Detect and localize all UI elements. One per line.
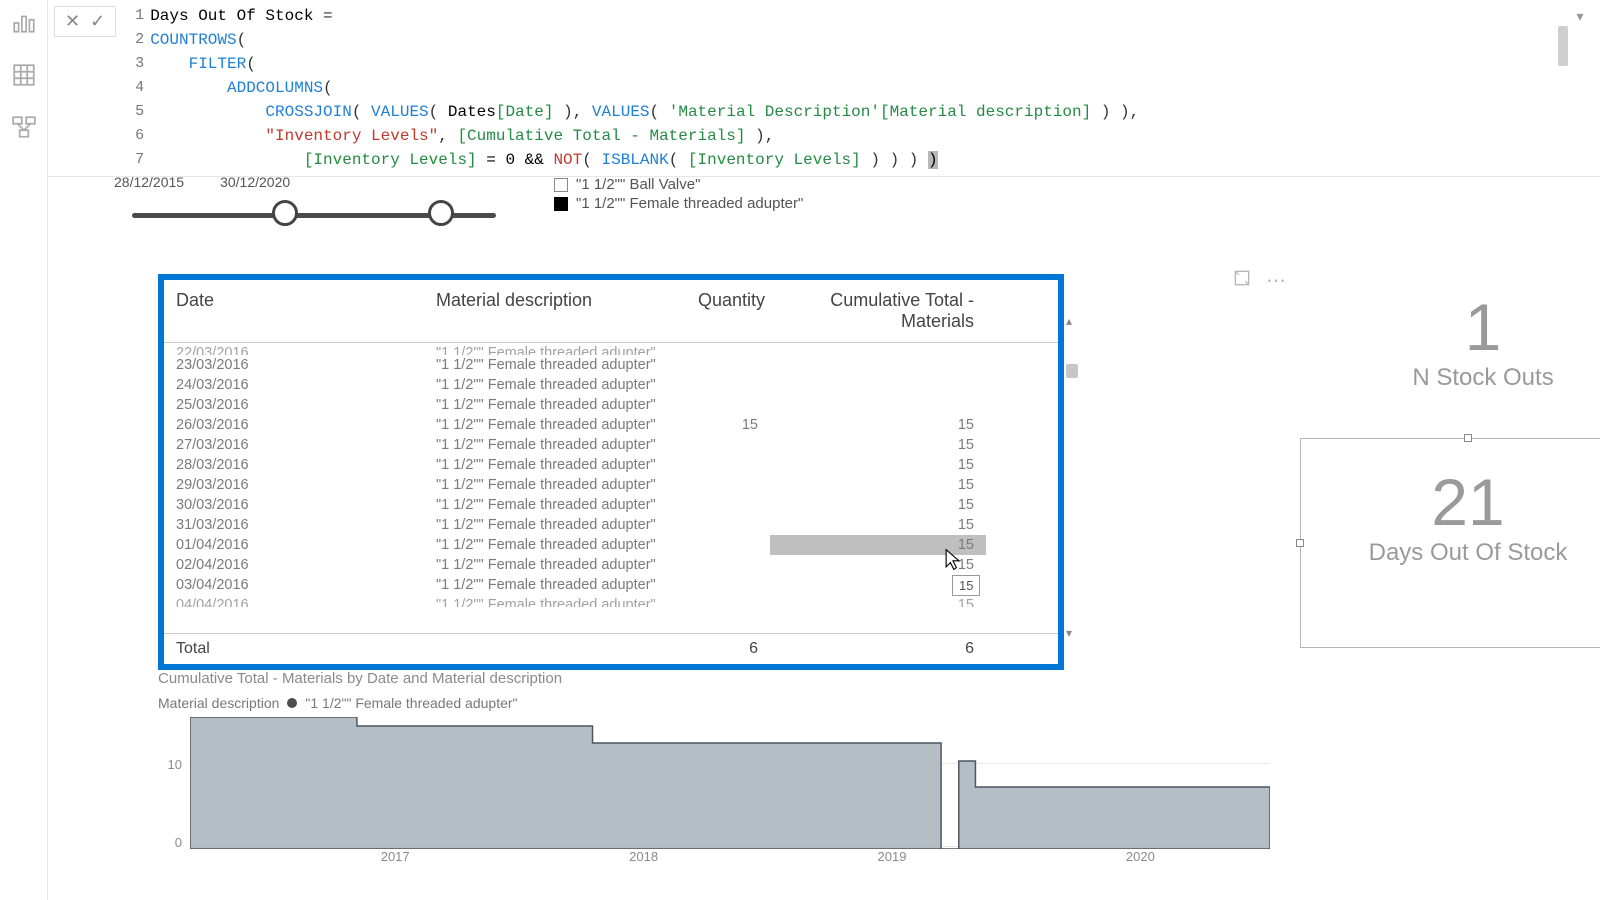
- col-material[interactable]: Material description: [424, 280, 686, 342]
- formula-code[interactable]: Days Out Of Stock = COUNTROWS( FILTER( A…: [150, 4, 1600, 172]
- table-row[interactable]: 25/03/2016"1 1/2"" Female threaded adupt…: [164, 395, 1058, 415]
- visual-header: ⋯: [1232, 268, 1286, 288]
- table-row[interactable]: 23/03/2016"1 1/2"" Female threaded adupt…: [164, 355, 1058, 375]
- table-row[interactable]: 22/03/2016"1 1/2"" Female threaded adupt…: [164, 343, 1058, 355]
- table-row[interactable]: 26/03/2016"1 1/2"" Female threaded adupt…: [164, 415, 1058, 435]
- table-row[interactable]: 04/04/2016"1 1/2"" Female threaded adupt…: [164, 595, 1058, 607]
- chart-title: Cumulative Total - Materials by Date and…: [158, 670, 1270, 687]
- checkbox-checked-icon[interactable]: [554, 197, 568, 211]
- table-row[interactable]: 03/04/2016"1 1/2"" Female threaded adupt…: [164, 575, 1058, 595]
- table-row[interactable]: 27/03/2016"1 1/2"" Female threaded adupt…: [164, 435, 1058, 455]
- table-row[interactable]: 29/03/2016"1 1/2"" Female threaded adupt…: [164, 475, 1058, 495]
- table-row[interactable]: 24/03/2016"1 1/2"" Female threaded adupt…: [164, 375, 1058, 395]
- ytick-0: 0: [175, 835, 182, 850]
- ytick-10: 10: [168, 757, 182, 772]
- card-label: Days Out Of Stock: [1301, 539, 1600, 567]
- formula-bar[interactable]: ✕ ✓ 1 2 3 4 5 6 7 Days Out Of Stock = CO…: [48, 0, 1600, 177]
- chart-plot[interactable]: 10 0 2017 2018 2019 2020: [158, 717, 1270, 867]
- line-gutter: 1 2 3 4 5 6 7: [124, 4, 150, 172]
- table-row[interactable]: 02/04/2016"1 1/2"" Female threaded adupt…: [164, 555, 1058, 575]
- table-row[interactable]: 31/03/2016"1 1/2"" Female threaded adupt…: [164, 515, 1058, 535]
- col-quantity[interactable]: Quantity: [686, 280, 770, 342]
- table-visual[interactable]: Date Material description Quantity Cumul…: [158, 274, 1064, 670]
- table-row[interactable]: 28/03/2016"1 1/2"" Female threaded adupt…: [164, 455, 1058, 475]
- col-cumulative[interactable]: Cumulative Total - Materials: [770, 280, 986, 342]
- total-label: Total: [164, 634, 424, 664]
- area-chart-visual[interactable]: Cumulative Total - Materials by Date and…: [158, 670, 1270, 867]
- date-start[interactable]: 28/12/2015: [114, 174, 184, 190]
- xtick-2019: 2019: [878, 849, 907, 864]
- xtick-2020: 2020: [1126, 849, 1155, 864]
- card-days-out-selected[interactable]: 21 Days Out Of Stock: [1300, 438, 1600, 648]
- focus-mode-icon[interactable]: [1232, 268, 1252, 288]
- checkbox-unchecked-icon[interactable]: [554, 178, 568, 192]
- slicer-item-adapter[interactable]: "1 1/2"" Female threaded adupter": [554, 195, 803, 212]
- table-row[interactable]: 01/04/2016"1 1/2"" Female threaded adupt…: [164, 535, 1058, 555]
- formula-scrollbar[interactable]: [1554, 22, 1572, 142]
- resize-handle[interactable]: [1464, 434, 1472, 442]
- table-body[interactable]: 22/03/2016"1 1/2"" Female threaded adupt…: [164, 343, 1058, 633]
- cancel-icon[interactable]: ✕: [65, 11, 80, 32]
- scroll-down-icon[interactable]: ▾: [1066, 626, 1072, 640]
- slicer-item-ball-valve[interactable]: "1 1/2"" Ball Valve": [554, 176, 803, 193]
- table-total-row: Total 6 6: [164, 633, 1058, 664]
- legend-marker-icon: [287, 698, 297, 708]
- date-end[interactable]: 30/12/2020: [220, 174, 290, 190]
- data-view-icon[interactable]: [11, 62, 37, 88]
- xtick-2018: 2018: [629, 849, 658, 864]
- commit-icon[interactable]: ✓: [90, 11, 105, 32]
- card-stockouts[interactable]: 1 N Stock Outs: [1358, 294, 1600, 392]
- table-scrollbar[interactable]: ▴ ▾: [1064, 320, 1082, 634]
- total-qty: 6: [686, 634, 770, 664]
- view-rail: [0, 0, 48, 900]
- table-row[interactable]: 30/03/2016"1 1/2"" Female threaded adupt…: [164, 495, 1058, 515]
- scroll-up-icon[interactable]: ▴: [1066, 314, 1072, 328]
- cell-tooltip: 15: [952, 575, 980, 596]
- chart-legend: Material description "1 1/2"" Female thr…: [158, 695, 1270, 711]
- model-view-icon[interactable]: [11, 114, 37, 140]
- slider-handle-start[interactable]: [272, 200, 298, 226]
- scroll-thumb[interactable]: [1066, 364, 1078, 378]
- total-cum: 6: [770, 634, 986, 664]
- xtick-2017: 2017: [381, 849, 410, 864]
- more-options-icon[interactable]: ⋯: [1266, 268, 1286, 288]
- report-view-icon[interactable]: [11, 10, 37, 36]
- card-value: 1: [1358, 294, 1600, 360]
- card-value: 21: [1301, 469, 1600, 535]
- date-slicer[interactable]: 28/12/2015 30/12/2020: [114, 174, 514, 230]
- card-label: N Stock Outs: [1358, 364, 1600, 392]
- slider-handle-end[interactable]: [428, 200, 454, 226]
- date-slider[interactable]: [132, 200, 496, 230]
- formula-bar-buttons: ✕ ✓: [54, 6, 116, 37]
- col-date[interactable]: Date: [164, 280, 424, 342]
- material-slicer[interactable]: "1 1/2"" Ball Valve" "1 1/2"" Female thr…: [554, 174, 803, 214]
- table-header-row: Date Material description Quantity Cumul…: [164, 280, 1058, 343]
